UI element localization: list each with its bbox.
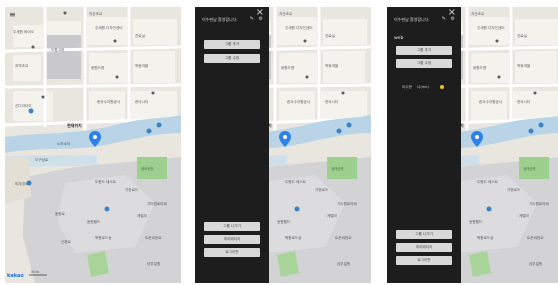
logout-button[interactable]: 로그아웃 — [396, 256, 452, 265]
greeting-text: 이수현님 환영합니다. — [394, 17, 430, 22]
svg-text:북원로드상: 북원로드상 — [285, 235, 302, 240]
svg-text:기타원로타워: 기타원로타워 — [529, 201, 549, 206]
svg-text:동원드앤: 동원드앤 — [91, 65, 105, 70]
svg-text:지산초교: 지산초교 — [279, 11, 293, 16]
svg-text:트운비한로: 트운비한로 — [335, 235, 352, 240]
svg-text:동원월드: 동원월드 — [469, 219, 483, 224]
svg-text:한국수자원공사: 한국수자원공사 — [97, 99, 121, 104]
side-drawer: 이수현님 환영합니다. × ✎ ⚙ web 그룹 추가 그룹 수정 이수현 나(… — [387, 7, 461, 283]
svg-text:북원로드상: 북원로드상 — [477, 235, 494, 240]
svg-text:주세원 디자인센터: 주세원 디자인센터 — [285, 25, 313, 30]
svg-text:동원드앤: 동원드앤 — [473, 65, 487, 70]
map[interactable]: 지산초교 주세원 바이오 주세원 디자인센터 진료실 도원고대 지역초교 옥동마… — [5, 7, 181, 283]
svg-text:옥동마을: 옥동마을 — [135, 63, 149, 68]
svg-text:옥동마을: 옥동마을 — [325, 63, 339, 68]
svg-text:주세원 디자인센터: 주세원 디자인센터 — [477, 25, 505, 30]
svg-text:도원드 테스트: 도원드 테스트 — [477, 179, 499, 184]
svg-text:한국시티: 한국시티 — [135, 99, 148, 104]
edit-icon[interactable]: ✎ — [442, 16, 446, 22]
side-drawer: 이수현님 환영합니다. × ✎ ⚙ 그룹 추가 그룹 수정 그룹 나가기 마이페… — [195, 7, 269, 283]
group-name[interactable]: web — [394, 36, 403, 41]
svg-text:남부일원: 남부일원 — [147, 261, 160, 266]
svg-text:주세원 바이오: 주세원 바이오 — [13, 29, 35, 34]
edit-group-button[interactable]: 그룹 수정 — [204, 54, 260, 63]
svg-text:남부일원: 남부일원 — [529, 261, 542, 266]
svg-text:가장로드: 가장로드 — [125, 187, 139, 192]
svg-text:신원로: 신원로 — [61, 239, 72, 244]
menu-icon[interactable]: ≡ — [9, 11, 16, 19]
svg-text:진료실: 진료실 — [517, 33, 527, 38]
svg-text:생태공원: 생태공원 — [331, 166, 343, 171]
svg-text:주세원 디자인센터: 주세원 디자인센터 — [95, 25, 123, 30]
svg-text:도원고대: 도원고대 — [51, 47, 64, 52]
svg-text:오구남로: 오구남로 — [35, 157, 49, 162]
svg-text:남부일원: 남부일원 — [337, 261, 350, 266]
svg-text:생태공원: 생태공원 — [141, 166, 153, 171]
svg-text:옥동마을: 옥동마을 — [517, 63, 531, 68]
svg-text:한국수자원공사: 한국수자원공사 — [479, 99, 503, 104]
svg-text:생태공원: 생태공원 — [523, 166, 535, 171]
add-group-button[interactable]: 그룹 추가 — [396, 46, 452, 55]
screen-drawer-group: 지산초교 주세원 바이오 주세원 디자인센터 진료실 도원고대 지역초교 옥동마… — [387, 7, 558, 283]
svg-text:지산초교: 지산초교 — [471, 11, 485, 16]
svg-text:캐렐리: 캐렐리 — [519, 213, 529, 218]
greeting-text: 이수현님 환영합니다. — [202, 17, 238, 22]
settings-icon[interactable]: ⚙ — [259, 16, 263, 22]
leave-group-button[interactable]: 그룹 나가기 — [396, 230, 452, 239]
my-page-button[interactable]: 마이페이지 — [204, 235, 260, 244]
svg-text:진료실: 진료실 — [325, 33, 335, 38]
leave-group-button[interactable]: 그룹 나가기 — [204, 222, 260, 231]
svg-text:동원월드: 동원월드 — [87, 219, 101, 224]
kakao-logo: kakao — [7, 273, 24, 279]
member-item[interactable]: 이수현 나(me) — [402, 85, 444, 90]
svg-text:한국시티: 한국시티 — [517, 99, 530, 104]
member-status: 나(me) — [417, 85, 429, 89]
svg-text:트운비한로: 트운비한로 — [527, 235, 544, 240]
my-page-button[interactable]: 마이페이지 — [396, 243, 452, 252]
svg-text:도원드 테스트: 도원드 테스트 — [95, 179, 117, 184]
screen-drawer-empty: 지산초교 주세원 바이오 주세원 디자인센터 진료실 도원고대 지역초교 옥동마… — [195, 7, 371, 283]
svg-text:50m: 50m — [31, 270, 40, 274]
svg-text:북원로드상: 북원로드상 — [95, 235, 112, 240]
svg-text:캐렐리: 캐렐리 — [327, 213, 337, 218]
svg-text:한국시티: 한국시티 — [325, 99, 338, 104]
svg-text:도원드 테스트: 도원드 테스트 — [285, 179, 307, 184]
svg-text:동원드앤: 동원드앤 — [281, 65, 295, 70]
svg-text:트운비한로: 트운비한로 — [145, 235, 162, 240]
svg-text:지역초교: 지역초교 — [15, 63, 29, 68]
svg-text:노보소이: 노보소이 — [57, 141, 70, 146]
svg-text:신디라더이: 신디라더이 — [15, 103, 32, 108]
svg-text:지산초교: 지산초교 — [89, 11, 103, 16]
svg-text:기타원로타워: 기타원로타워 — [337, 201, 357, 206]
svg-text:동원월드: 동원월드 — [277, 219, 291, 224]
add-group-button[interactable]: 그룹 추가 — [204, 40, 260, 49]
svg-text:한국수자원공사: 한국수자원공사 — [287, 99, 311, 104]
svg-text:캐렐리: 캐렐리 — [137, 213, 147, 218]
settings-icon[interactable]: ⚙ — [451, 16, 455, 22]
screen-map: 지산초교 주세원 바이오 주세원 디자인센터 진료실 도원고대 지역초교 옥동마… — [5, 7, 181, 283]
svg-text:기타원로타워: 기타원로타워 — [147, 201, 167, 206]
status-dot-icon — [440, 85, 444, 89]
svg-text:현재위치: 현재위치 — [67, 122, 82, 128]
member-name: 이수현 — [402, 85, 412, 89]
svg-text:가장로드: 가장로드 — [315, 187, 329, 192]
edit-icon[interactable]: ✎ — [250, 16, 254, 22]
edit-group-button[interactable]: 그룹 수정 — [396, 59, 452, 68]
svg-text:가장로드: 가장로드 — [507, 187, 521, 192]
logout-button[interactable]: 로그아웃 — [204, 248, 260, 257]
svg-text:동원로: 동원로 — [55, 211, 66, 216]
svg-text:진료실: 진료실 — [135, 33, 145, 38]
